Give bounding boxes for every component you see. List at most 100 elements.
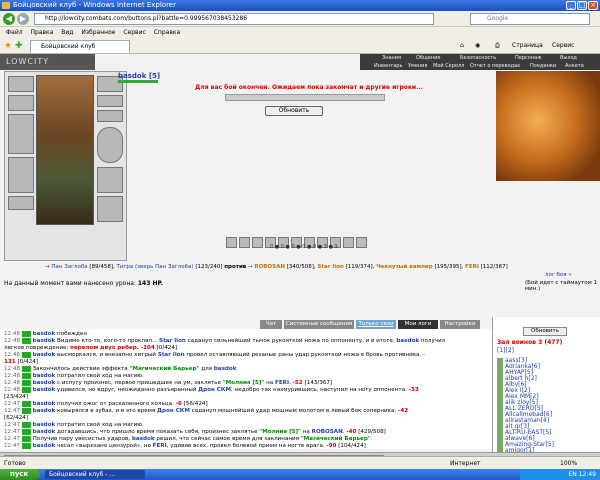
- fighter-link[interactable]: Тигра (зверь Пан Заглоба): [117, 264, 194, 270]
- chat-line: 12:48 basdok побежден: [4, 331, 88, 337]
- users-refresh-button[interactable]: Обновить: [523, 327, 567, 336]
- home-icon[interactable]: ⌂: [460, 42, 464, 49]
- player-name: basdok [5]: [118, 72, 161, 80]
- slot-boots[interactable]: [97, 196, 123, 222]
- tools-menu[interactable]: Сервис: [552, 42, 574, 49]
- chat-line: 12:48 basdok потратил свой ход на магию.: [4, 373, 144, 379]
- add-favorite-icon[interactable]: ✚: [15, 41, 23, 51]
- user-pages[interactable]: [1][2]: [497, 347, 514, 354]
- slot-gloves[interactable]: [97, 167, 123, 193]
- fighter-link[interactable]: FERI: [465, 264, 479, 270]
- slot-necklace[interactable]: [8, 95, 34, 111]
- address-bar[interactable]: http://lowcity.combats.com/buttons.pl?ba…: [34, 13, 434, 25]
- window-title: Бойцовский клуб - Windows Internet Explo…: [13, 1, 176, 9]
- slot-ring-2[interactable]: [97, 110, 123, 122]
- nav-security[interactable]: Безопасность: [460, 55, 496, 61]
- subnav-transfers[interactable]: Отчет о переводах: [470, 63, 520, 69]
- chat-line: 12:48 basdok с испугу произнес, первое п…: [4, 380, 333, 386]
- slot-helmet[interactable]: [8, 76, 34, 92]
- chat-line: 12:47 basdok получил ожог от раскаленног…: [4, 401, 208, 407]
- tab-chat[interactable]: Чат: [260, 320, 282, 329]
- vs-label: против: [224, 264, 247, 270]
- feeds-icon[interactable]: ◉: [475, 42, 480, 49]
- skill-slot-2[interactable]: [239, 237, 250, 248]
- tab-system[interactable]: Системные сообщения: [284, 320, 354, 329]
- character-doll: [4, 71, 127, 261]
- fight-message: Для вас бой окончен. Ожидаем пока законч…: [195, 84, 423, 91]
- menu-tools[interactable]: Сервис: [123, 29, 145, 36]
- slot-armor[interactable]: [8, 157, 34, 193]
- menu-bar: Файл Правка Вид Избранное Сервис Справка: [0, 27, 600, 38]
- nav-knowledge[interactable]: Знания: [382, 55, 401, 61]
- chat-line: 12:47 basdok потратил свой ход на магию.: [4, 422, 144, 428]
- slot-shield[interactable]: [97, 127, 123, 163]
- chat-line: 12:47 Получив пару увесистых ударов, bas…: [4, 436, 373, 442]
- tab-row: ★ ✚ Бойцовский клуб ⌂ ◉ ⎙ Страница Серви…: [0, 38, 600, 54]
- subnav-scroll[interactable]: Мой Скролл: [433, 63, 464, 69]
- battle-stats: 0 ● 0 ● 0 ● 0 ● 0 ● 3 ● 9: [270, 244, 338, 250]
- chat-log: 12:48 basdok побежден 12:48 basdok Видимо…: [0, 329, 492, 449]
- battle-line: → Пан Заглоба [89/458], Тигра (зверь Пан…: [45, 264, 508, 270]
- menu-help[interactable]: Справка: [154, 29, 180, 36]
- skill-slot-10[interactable]: [343, 237, 354, 248]
- start-button[interactable]: пуск: [0, 469, 40, 480]
- damage-summary: На данный момент вами нанесено урона: 14…: [4, 280, 164, 287]
- menu-view[interactable]: Вид: [61, 29, 73, 36]
- close-button[interactable]: ×: [588, 1, 598, 10]
- forward-button[interactable]: ▶: [17, 13, 29, 25]
- fighter-link[interactable]: Чекнутый вампир: [376, 264, 433, 270]
- status-text: Готово: [4, 460, 26, 467]
- skill-slot-1[interactable]: [226, 237, 237, 248]
- chat-line: 12:48 basdok высморкался, и внезапно хит…: [4, 352, 426, 358]
- slot-ring-1[interactable]: [97, 95, 123, 107]
- slot-weapon[interactable]: [8, 114, 34, 154]
- clock: 12:49: [578, 471, 596, 478]
- opponent-image: [496, 71, 600, 181]
- address-row: ◀ ▶ http://lowcity.combats.com/buttons.p…: [0, 11, 600, 27]
- nav-communication[interactable]: Общение: [416, 55, 440, 61]
- search-input[interactable]: Google: [470, 13, 590, 25]
- tab-own[interactable]: Только свои: [356, 320, 396, 329]
- nav-exit[interactable]: Выход: [560, 55, 577, 61]
- tab-settings[interactable]: Настройки: [440, 320, 480, 329]
- chat-line: 12:47 basdok чесал «вырезано цензурой», …: [4, 443, 366, 449]
- favorites-star-icon[interactable]: ★: [4, 41, 12, 51]
- site-logo: LOWCITY: [0, 54, 95, 70]
- system-tray: EN 12:49: [520, 469, 600, 480]
- minimize-button[interactable]: _: [566, 1, 576, 10]
- language-indicator[interactable]: EN: [569, 471, 577, 478]
- fighter-link[interactable]: Пан Заглоба: [51, 264, 87, 270]
- subnav-profile[interactable]: Анкета: [565, 63, 584, 69]
- fighter-link[interactable]: ROBOSAN: [254, 264, 285, 270]
- refresh-button[interactable]: Обновить: [265, 106, 323, 116]
- ie-icon: [2, 2, 10, 9]
- room-title: Зал воинов 3 (477): [497, 339, 563, 346]
- menu-edit[interactable]: Правка: [31, 29, 54, 36]
- top-navigation: Знания Общение Безопасность Персонаж Вых…: [360, 54, 600, 70]
- chat-line: 12:48 Закончилось действие эффекта "Маги…: [4, 366, 237, 372]
- tab-active[interactable]: Бойцовский клуб: [30, 40, 130, 53]
- skill-slot-3[interactable]: [252, 237, 263, 248]
- page-menu[interactable]: Страница: [512, 42, 543, 49]
- back-button[interactable]: ◀: [3, 13, 15, 25]
- battle-log-link[interactable]: лог боя »: [545, 272, 572, 278]
- chat-tabs: Чат Системные сообщения Только свои Мои …: [260, 320, 492, 329]
- maximize-button[interactable]: □: [577, 1, 587, 10]
- chat-line: 12:47 basdok ковырялся в зубах, и в это …: [4, 408, 409, 414]
- chat-line: [62/424]: [4, 415, 29, 421]
- print-icon[interactable]: ⎙: [495, 42, 500, 50]
- nav-character[interactable]: Персонаж: [515, 55, 542, 61]
- subnav-fights[interactable]: Поединки: [530, 63, 556, 69]
- subnav-skills[interactable]: Умения: [408, 63, 427, 69]
- chat-line: [23/424]: [4, 394, 29, 400]
- tab-my-logs[interactable]: Мои логи: [398, 320, 438, 329]
- skill-slot-11[interactable]: [356, 237, 367, 248]
- slot-belt[interactable]: [8, 196, 34, 210]
- chat-line: легкое повреждение: перелом двух ребер. …: [4, 345, 178, 351]
- timeout-text: (Бой идет с таймаутом 1 мин.): [525, 280, 597, 292]
- subnav-inventory[interactable]: Инвентарь: [374, 63, 402, 69]
- menu-file[interactable]: Файл: [6, 29, 23, 36]
- fighter-link[interactable]: Star lion: [317, 264, 343, 270]
- taskbar-item[interactable]: Бойцовский клуб - ...: [45, 470, 145, 479]
- menu-favorites[interactable]: Избранное: [81, 29, 115, 36]
